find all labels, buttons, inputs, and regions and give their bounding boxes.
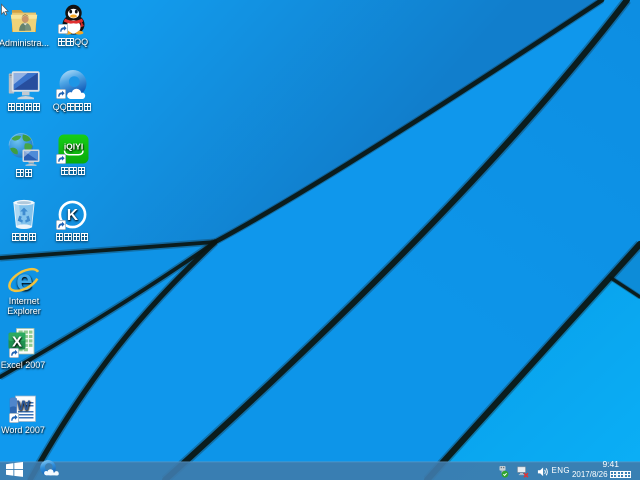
svg-text:iQIYI: iQIYI xyxy=(63,142,82,152)
svg-text:W: W xyxy=(17,397,31,413)
svg-text:K: K xyxy=(66,207,78,224)
